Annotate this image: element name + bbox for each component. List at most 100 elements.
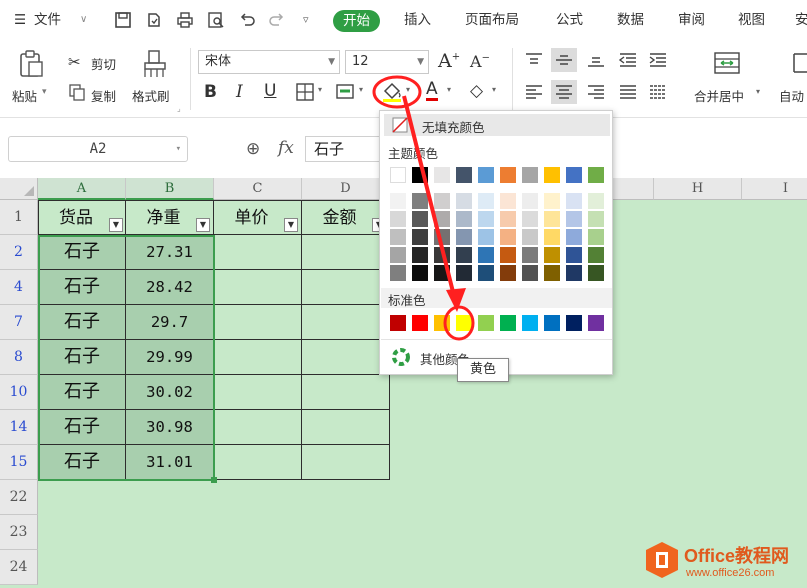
standard-color-swatch[interactable] xyxy=(434,315,450,331)
cell-price[interactable] xyxy=(214,270,302,305)
indent-increase-icon[interactable] xyxy=(648,52,668,68)
theme-color-swatch[interactable] xyxy=(566,167,582,183)
redo-icon[interactable] xyxy=(268,11,286,29)
increase-font-icon[interactable]: A+ xyxy=(438,50,460,72)
theme-shade-swatch[interactable] xyxy=(434,265,450,281)
theme-shade-swatch[interactable] xyxy=(566,193,582,209)
chevron-down-icon[interactable]: ▾ xyxy=(359,85,363,94)
cell-weight[interactable]: 30.98 xyxy=(126,410,214,445)
theme-shade-swatch[interactable] xyxy=(522,265,538,281)
chevron-down-icon[interactable]: ▾ xyxy=(447,85,451,94)
theme-shade-swatch[interactable] xyxy=(390,211,406,227)
cell-goods[interactable]: 石子 xyxy=(38,270,126,305)
theme-shade-swatch[interactable] xyxy=(412,247,428,263)
chevron-down-icon[interactable]: ▾ xyxy=(492,85,496,94)
cell-goods[interactable]: 石子 xyxy=(38,340,126,375)
theme-color-swatch[interactable] xyxy=(456,167,472,183)
cell-goods[interactable]: 石子 xyxy=(38,305,126,340)
row-header[interactable]: 10 xyxy=(0,375,38,410)
theme-color-swatch[interactable] xyxy=(522,167,538,183)
header-cell-amount[interactable]: 金额 ▼ xyxy=(302,200,390,235)
standard-color-swatch[interactable] xyxy=(544,315,560,331)
theme-shade-swatch[interactable] xyxy=(522,247,538,263)
align-right-icon[interactable] xyxy=(586,84,606,100)
header-cell-price[interactable]: 单价 ▼ xyxy=(214,200,302,235)
cell-weight[interactable]: 28.42 xyxy=(126,270,214,305)
theme-shade-swatch[interactable] xyxy=(412,229,428,245)
theme-color-swatch[interactable] xyxy=(500,167,516,183)
cell-weight[interactable]: 29.7 xyxy=(126,305,214,340)
theme-shade-swatch[interactable] xyxy=(544,247,560,263)
theme-shade-swatch[interactable] xyxy=(566,211,582,227)
formula-input[interactable]: 石子 xyxy=(305,136,385,162)
row-header[interactable]: 14 xyxy=(0,410,38,445)
theme-shade-swatch[interactable] xyxy=(412,193,428,209)
column-header-b[interactable]: B xyxy=(126,178,214,200)
column-header-i[interactable]: I xyxy=(742,178,807,200)
theme-shade-swatch[interactable] xyxy=(566,247,582,263)
theme-shade-swatch[interactable] xyxy=(478,229,494,245)
cell-weight[interactable]: 29.99 xyxy=(126,340,214,375)
cell-amount[interactable] xyxy=(302,340,390,375)
theme-shade-swatch[interactable] xyxy=(522,229,538,245)
align-left-icon[interactable] xyxy=(524,84,544,100)
header-cell-goods[interactable]: 货品 ▼ xyxy=(38,200,126,235)
theme-shade-swatch[interactable] xyxy=(588,247,604,263)
theme-shade-swatch[interactable] xyxy=(434,247,450,263)
row-header[interactable]: 1 xyxy=(0,200,38,235)
chevron-down-icon[interactable]: ▾ xyxy=(756,87,760,96)
clear-format-icon[interactable]: ◇ xyxy=(470,81,483,101)
chevron-down-icon[interactable]: ▾ xyxy=(318,85,322,94)
cell-weight[interactable]: 31.01 xyxy=(126,445,214,480)
paste-label[interactable]: 粘贴 xyxy=(12,86,37,105)
cell-goods[interactable]: 石子 xyxy=(38,410,126,445)
cell-amount[interactable] xyxy=(302,305,390,340)
indent-decrease-icon[interactable] xyxy=(618,52,638,68)
cell-amount[interactable] xyxy=(302,375,390,410)
standard-color-swatch[interactable] xyxy=(588,315,604,331)
theme-shade-swatch[interactable] xyxy=(456,193,472,209)
row-header[interactable]: 24 xyxy=(0,550,38,585)
tab-review[interactable]: 审阅 xyxy=(678,10,705,30)
header-cell-weight[interactable]: 净重 ▼ xyxy=(126,200,214,235)
theme-shade-swatch[interactable] xyxy=(456,229,472,245)
cell-price[interactable] xyxy=(214,340,302,375)
cell-amount[interactable] xyxy=(302,410,390,445)
theme-shade-swatch[interactable] xyxy=(500,247,516,263)
theme-shade-swatch[interactable] xyxy=(412,211,428,227)
theme-shade-swatch[interactable] xyxy=(478,193,494,209)
zoom-search-icon[interactable]: ⊕ xyxy=(246,139,260,159)
cell-style-icon[interactable] xyxy=(336,83,356,101)
cell-weight[interactable]: 27.31 xyxy=(126,235,214,270)
theme-shade-swatch[interactable] xyxy=(566,229,582,245)
theme-shade-swatch[interactable] xyxy=(434,211,450,227)
theme-shade-swatch[interactable] xyxy=(500,265,516,281)
cell-goods[interactable]: 石子 xyxy=(38,375,126,410)
theme-color-swatch[interactable] xyxy=(478,167,494,183)
theme-shade-swatch[interactable] xyxy=(544,193,560,209)
tab-view[interactable]: 视图 xyxy=(738,10,765,30)
paste-button[interactable] xyxy=(16,48,46,80)
theme-shade-swatch[interactable] xyxy=(500,229,516,245)
print-icon[interactable] xyxy=(176,11,194,29)
wrap-text-button[interactable]: 自动 xyxy=(779,86,804,105)
fx-icon[interactable]: fx xyxy=(278,138,294,158)
align-bottom-icon[interactable] xyxy=(586,52,606,68)
theme-shade-swatch[interactable] xyxy=(456,247,472,263)
save-icon[interactable] xyxy=(114,11,132,29)
row-header[interactable]: 7 xyxy=(0,305,38,340)
merge-center-icon[interactable] xyxy=(712,50,742,76)
standard-color-swatch[interactable] xyxy=(566,315,582,331)
theme-color-swatch[interactable] xyxy=(434,167,450,183)
distributed-icon[interactable] xyxy=(648,84,668,100)
merge-center-button[interactable]: 合并居中 xyxy=(694,86,744,105)
cell-goods[interactable]: 石子 xyxy=(38,445,126,480)
theme-shade-swatch[interactable] xyxy=(544,229,560,245)
select-all-corner[interactable] xyxy=(0,178,38,200)
cell-goods[interactable]: 石子 xyxy=(38,235,126,270)
theme-shade-swatch[interactable] xyxy=(544,265,560,281)
format-painter-button[interactable]: 格式刷 xyxy=(132,86,170,105)
theme-shade-swatch[interactable] xyxy=(500,211,516,227)
cell-amount[interactable] xyxy=(302,270,390,305)
name-box[interactable]: A2 ▾ xyxy=(8,136,188,162)
